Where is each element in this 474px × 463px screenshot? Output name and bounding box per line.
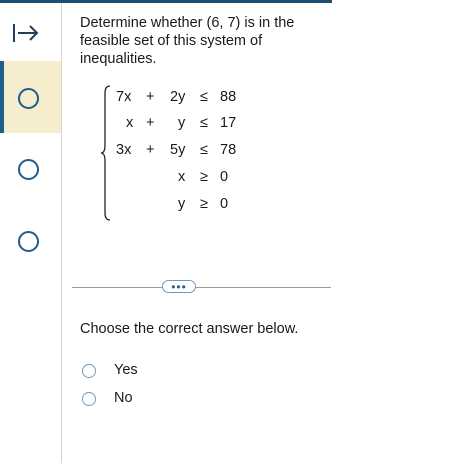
term-x: x bbox=[126, 115, 134, 131]
term-y: 2y bbox=[170, 89, 186, 105]
expand-arrow-icon bbox=[13, 24, 39, 42]
show-more-button[interactable]: ••• bbox=[162, 280, 196, 293]
term-y: y bbox=[178, 115, 186, 131]
question-status-icon bbox=[18, 231, 39, 252]
term-y: y bbox=[178, 196, 186, 212]
term-x: x bbox=[178, 169, 186, 185]
question-sidebar bbox=[0, 3, 62, 463]
rhs-value: 0 bbox=[220, 196, 229, 212]
relation: ≤ bbox=[200, 142, 208, 158]
inequality-row: x ≥ 0 bbox=[104, 169, 254, 187]
operator: + bbox=[146, 142, 155, 158]
inequality-row: 3x + 5y ≤ 78 bbox=[104, 142, 254, 160]
relation: ≤ bbox=[200, 89, 208, 105]
section-divider bbox=[72, 287, 331, 288]
question-prompt: Determine whether (6, 7) is in the feasi… bbox=[80, 15, 295, 67]
question-status-icon bbox=[18, 159, 39, 180]
term-x: 7x bbox=[116, 89, 132, 105]
relation: ≤ bbox=[200, 115, 208, 131]
operator: + bbox=[146, 89, 155, 105]
inequality-system: 7x + 2y ≤ 88 x + y ≤ 17 3x + 5y ≤ 78 x ≥… bbox=[100, 85, 254, 221]
option-label: No bbox=[114, 390, 133, 406]
relation: ≥ bbox=[200, 169, 208, 185]
expand-panel-button[interactable] bbox=[8, 19, 44, 47]
rhs-value: 0 bbox=[220, 169, 229, 185]
inequality-row: 7x + 2y ≤ 88 bbox=[104, 89, 254, 107]
operator: + bbox=[146, 115, 155, 131]
option-label: Yes bbox=[114, 362, 138, 378]
term-x: 3x bbox=[116, 142, 132, 158]
radio-button[interactable] bbox=[82, 364, 96, 378]
relation: ≥ bbox=[200, 196, 208, 212]
rhs-value: 88 bbox=[220, 89, 237, 105]
inequality-row: x + y ≤ 17 bbox=[104, 115, 254, 133]
question-nav-item-2[interactable] bbox=[0, 133, 61, 205]
inequality-row: y ≥ 0 bbox=[104, 196, 254, 214]
answer-instruction: Choose the correct answer below. bbox=[80, 321, 299, 337]
question-nav-item-1[interactable] bbox=[0, 61, 61, 133]
question-status-icon bbox=[18, 88, 39, 109]
term-y: 5y bbox=[170, 142, 186, 158]
rhs-value: 17 bbox=[220, 115, 237, 131]
question-panel: Determine whether (6, 7) is in the feasi… bbox=[62, 3, 474, 463]
rhs-value: 78 bbox=[220, 142, 237, 158]
question-nav-item-3[interactable] bbox=[0, 205, 61, 277]
radio-button[interactable] bbox=[82, 392, 96, 406]
